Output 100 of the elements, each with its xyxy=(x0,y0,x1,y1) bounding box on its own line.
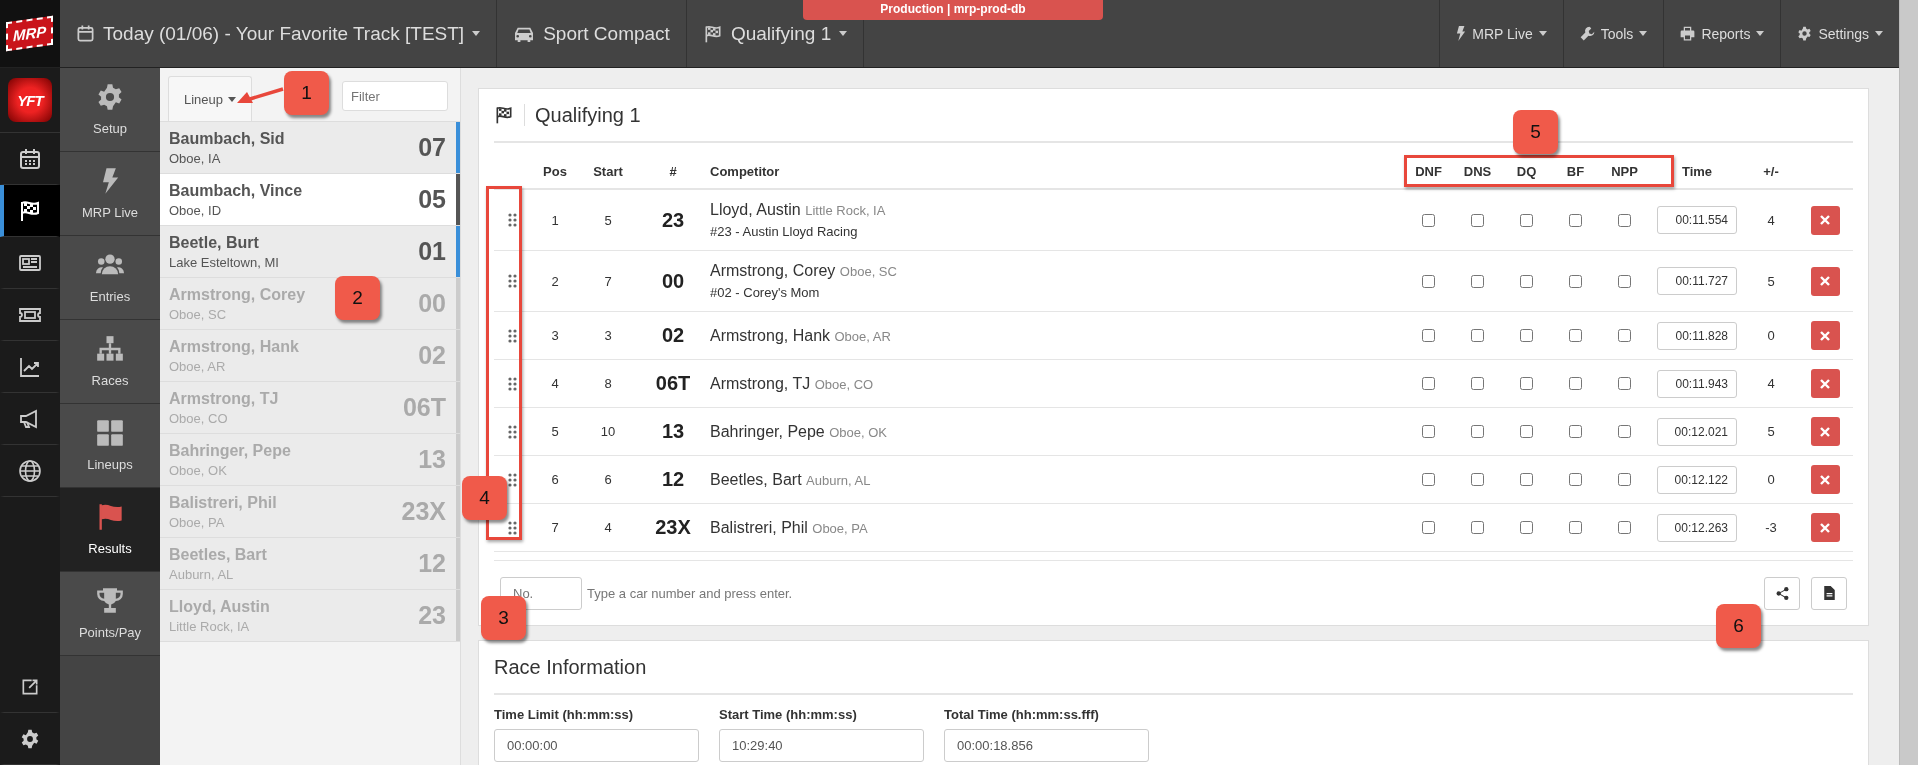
status-checkbox[interactable] xyxy=(1471,521,1484,534)
status-checkbox[interactable] xyxy=(1471,377,1484,390)
settings-icon xyxy=(98,84,122,110)
caret-icon xyxy=(228,96,237,102)
drag-handle-icon[interactable] xyxy=(507,328,517,343)
status-checkbox[interactable] xyxy=(1520,425,1533,438)
status-checkbox[interactable] xyxy=(1569,377,1582,390)
remove-button[interactable] xyxy=(1810,417,1840,446)
time-field[interactable]: 00:11.943 xyxy=(1657,369,1737,398)
status-checkbox[interactable] xyxy=(1618,425,1631,438)
nav-item[interactable]: Lineups xyxy=(60,404,160,488)
remove-button[interactable] xyxy=(1810,369,1840,398)
time-field[interactable]: 00:12.122 xyxy=(1657,465,1737,494)
panel-title: Race Information xyxy=(494,655,647,679)
status-checkbox[interactable] xyxy=(1471,329,1484,342)
time-field[interactable]: 00:11.727 xyxy=(1657,267,1737,295)
car-number: 06T xyxy=(402,393,446,422)
status-checkbox[interactable] xyxy=(1422,425,1435,438)
status-checkbox[interactable] xyxy=(1471,473,1484,486)
status-checkbox[interactable] xyxy=(1520,329,1533,342)
top-menu[interactable]: Tools xyxy=(1562,0,1664,67)
status-checkbox[interactable] xyxy=(1520,274,1533,288)
column-header: BF xyxy=(1565,164,1586,179)
status-checkbox[interactable] xyxy=(1618,329,1631,342)
remove-button[interactable] xyxy=(1810,321,1840,350)
status-checkbox[interactable] xyxy=(1569,213,1582,227)
nav-item[interactable]: Setup xyxy=(60,68,160,152)
document-button[interactable] xyxy=(1811,576,1847,610)
logo[interactable]: MRP xyxy=(6,15,54,52)
filter-field[interactable]: Filter xyxy=(342,81,448,111)
rail-item[interactable] xyxy=(0,185,60,237)
nav-item[interactable]: Points/Pay xyxy=(60,572,160,656)
lineup-entry[interactable]: Baumbach, Vince Oboe, ID 05 xyxy=(160,174,460,226)
remove-button[interactable] xyxy=(1810,266,1840,296)
drag-handle-icon[interactable] xyxy=(507,472,517,487)
share-icon xyxy=(1775,586,1789,600)
drag-handle-icon[interactable] xyxy=(507,274,517,288)
status-checkbox[interactable] xyxy=(1618,473,1631,486)
status-checkbox[interactable] xyxy=(1422,377,1435,390)
class-menu[interactable]: Sport Compact xyxy=(497,0,687,67)
share-button[interactable] xyxy=(1764,576,1800,610)
time-field[interactable]: 10:29:40 xyxy=(719,729,924,762)
position-cell-text: 7 xyxy=(550,520,560,535)
remove-button[interactable] xyxy=(1810,513,1840,542)
caret-icon xyxy=(1756,31,1765,36)
scrollbar[interactable] xyxy=(1899,0,1918,765)
status-checkbox[interactable] xyxy=(1618,213,1631,227)
drag-handle-icon[interactable] xyxy=(507,376,517,391)
status-checkbox[interactable] xyxy=(1618,521,1631,534)
driver-location: Auburn, AL xyxy=(169,566,234,582)
grid-icon xyxy=(97,420,123,446)
callout-badge: 5 xyxy=(1513,110,1558,154)
lineup-tab[interactable]: Lineup xyxy=(168,76,253,121)
status-checkbox[interactable] xyxy=(1422,521,1435,534)
time-field[interactable]: 00:12.021 xyxy=(1657,417,1737,446)
event-menu[interactable]: Today (01/06) - Your Favorite Track [TEST] xyxy=(60,0,498,67)
drag-handle-icon[interactable] xyxy=(507,424,517,439)
track-logo[interactable]: YFT xyxy=(8,78,52,122)
time-field[interactable]: 00:11.554 xyxy=(1657,206,1737,234)
time-field[interactable]: 00:12.263 xyxy=(1657,513,1737,542)
status-checkbox[interactable] xyxy=(1520,521,1533,534)
status-checkbox[interactable] xyxy=(1569,473,1582,486)
close-icon xyxy=(1820,474,1830,485)
competitor-name: Beetles, Bart Auburn, AL xyxy=(710,470,872,489)
status-checkbox[interactable] xyxy=(1569,521,1582,534)
status-checkbox[interactable] xyxy=(1520,377,1533,390)
status-checkbox[interactable] xyxy=(1618,377,1631,390)
wrench-icon xyxy=(1579,26,1595,41)
time-field[interactable]: 00:00:00 xyxy=(494,729,699,762)
status-checkbox[interactable] xyxy=(1569,329,1582,342)
nav-item[interactable]: Results xyxy=(60,488,160,572)
nav-item[interactable]: MRP Live xyxy=(60,152,160,236)
status-checkbox[interactable] xyxy=(1471,213,1484,227)
status-checkbox[interactable] xyxy=(1422,213,1435,227)
driver-location: Oboe, SC xyxy=(169,306,227,322)
status-checkbox[interactable] xyxy=(1471,274,1484,288)
status-checkbox[interactable] xyxy=(1422,473,1435,486)
start-cell-text: 5 xyxy=(603,212,613,228)
remove-button[interactable] xyxy=(1810,205,1840,235)
drag-handle-icon[interactable] xyxy=(507,520,517,535)
nav-item[interactable]: Entries xyxy=(60,236,160,320)
top-menu[interactable]: MRP Live xyxy=(1439,0,1563,67)
time-field[interactable]: 00:11.828 xyxy=(1657,321,1737,350)
status-checkbox[interactable] xyxy=(1618,274,1631,288)
top-menu[interactable]: Reports xyxy=(1663,0,1781,67)
status-checkbox[interactable] xyxy=(1520,213,1533,227)
drag-handle-icon[interactable] xyxy=(507,213,517,227)
status-checkbox[interactable] xyxy=(1471,425,1484,438)
lineup-entry[interactable]: Beetle, Burt Lake Esteltown, MI 01 xyxy=(160,226,460,278)
nav-item[interactable]: Races xyxy=(60,320,160,404)
status-checkbox[interactable] xyxy=(1520,473,1533,486)
status-checkbox[interactable] xyxy=(1422,329,1435,342)
lineup-entry[interactable]: Baumbach, Sid Oboe, IA 07 xyxy=(160,122,460,174)
competitor-name: Balistreri, Phil Oboe, PA xyxy=(710,518,869,537)
caret-icon xyxy=(839,31,848,36)
status-checkbox[interactable] xyxy=(1422,274,1435,288)
remove-button[interactable] xyxy=(1810,465,1840,494)
status-checkbox[interactable] xyxy=(1569,274,1582,288)
time-field[interactable]: 00:00:18.856 xyxy=(944,729,1149,762)
status-checkbox[interactable] xyxy=(1569,425,1582,438)
